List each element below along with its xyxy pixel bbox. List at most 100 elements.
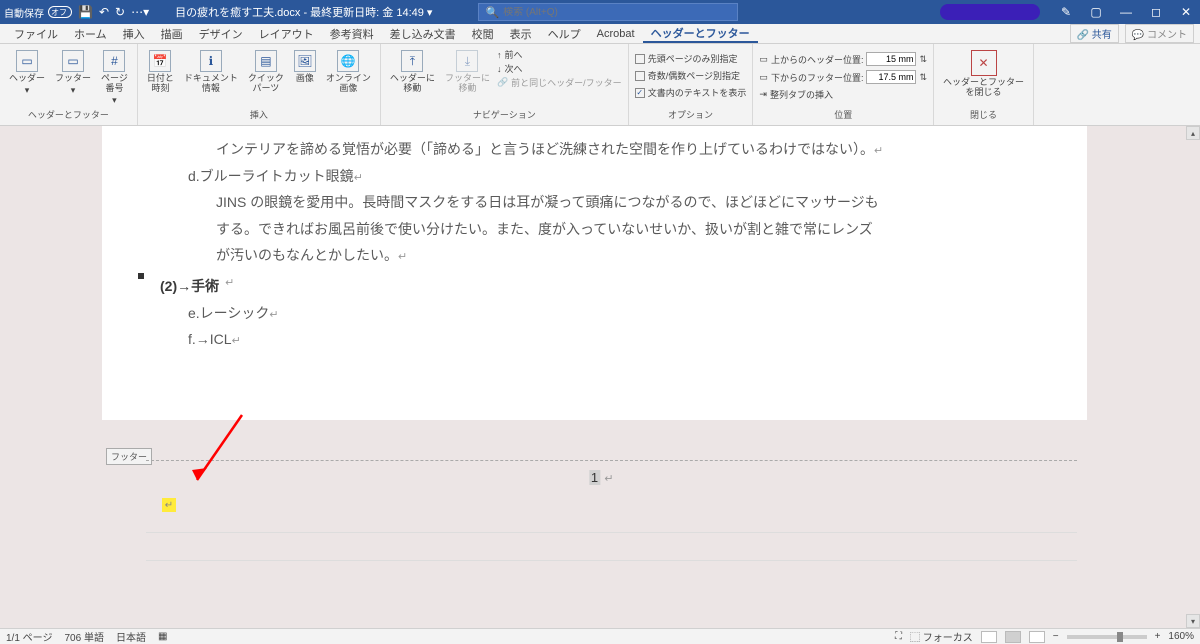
tab-review[interactable]: 校閲 — [464, 26, 502, 42]
minimize-icon[interactable]: — — [1116, 5, 1136, 19]
tab-acrobat[interactable]: Acrobat — [589, 28, 643, 40]
macro-icon[interactable]: ▦ — [158, 631, 167, 642]
spinner-icon[interactable]: ⇅ — [919, 72, 927, 83]
header-from-top-input[interactable] — [866, 52, 916, 66]
spinner-icon[interactable]: ⇅ — [919, 54, 927, 65]
redo-icon[interactable]: ↻ — [115, 5, 125, 19]
header-icon: ▭ — [16, 50, 38, 72]
page-number-button[interactable]: #ページ 番号▾ — [98, 48, 131, 108]
tab-view[interactable]: 表示 — [502, 26, 540, 42]
document-page[interactable]: インテリアを諦める覚悟が必要（「諦める」と言うほど洗練された空間を作り上げている… — [102, 126, 1087, 420]
odd-even-different-checkbox[interactable]: 奇数/偶数ページ別指定 — [635, 69, 747, 82]
read-mode-button[interactable] — [981, 631, 997, 643]
header-button[interactable]: ▭ヘッダー▾ — [6, 48, 48, 98]
search-box[interactable]: 🔍 — [478, 3, 738, 21]
share-button[interactable]: 🔗 共有 — [1070, 24, 1119, 43]
footer-boundary — [146, 460, 1077, 461]
paragraph-mark-icon: ↵ — [232, 335, 241, 347]
display-settings-icon[interactable]: ⛶ — [895, 631, 902, 642]
body-text: する。できればお風呂前後で使い分けたい。また、度が入っていないせいか、扱いが割と… — [202, 216, 1037, 243]
print-layout-button[interactable] — [1005, 631, 1021, 643]
tab-help[interactable]: ヘルプ — [540, 26, 589, 42]
subheading-e: e.レーシック — [188, 305, 269, 321]
tab-insert[interactable]: 挿入 — [115, 26, 153, 42]
autosave-toggle[interactable]: 自動保存 オフ — [4, 5, 72, 20]
window-controls: ✎ ▢ — ◻ ✕ — [1056, 5, 1196, 19]
tab-home[interactable]: ホーム — [66, 26, 115, 42]
tab-draw[interactable]: 描画 — [153, 26, 191, 42]
scroll-up-button[interactable]: ▴ — [1186, 126, 1200, 140]
tab-design[interactable]: デザイン — [191, 26, 251, 42]
goto-footer-icon: ⤓ — [456, 50, 478, 72]
paragraph-mark-icon: ↵ — [225, 273, 234, 300]
footer-bottom-icon: ▭ — [759, 72, 768, 83]
margin-guide — [146, 532, 1077, 533]
header-from-top-row: ▭上からのヘッダー位置:⇅ — [759, 52, 927, 66]
more-icon[interactable]: ⋯▾ — [131, 5, 149, 19]
paragraph-mark-icon: ↵ — [354, 172, 363, 184]
scroll-down-button[interactable]: ▾ — [1186, 614, 1200, 628]
language-status[interactable]: 日本語 — [116, 629, 146, 644]
zoom-slider[interactable] — [1067, 635, 1147, 639]
body-text: が汚いのもなんとかしたい。 — [216, 247, 398, 263]
footer-area[interactable]: フッター 1 ↵ ↵ — [102, 420, 1087, 620]
paragraph-mark-icon: ↵ — [874, 145, 883, 157]
word-count[interactable]: 706 単語 — [64, 629, 103, 644]
group-navigation: ⤒ヘッダーに 移動 ⤓フッターに 移動 ↑前へ ↓次へ 🔗前と同じヘッダー/フッ… — [381, 44, 629, 125]
page-number-icon: # — [103, 50, 125, 72]
comment-button[interactable]: 💬 コメント — [1125, 24, 1194, 43]
tab-mailings[interactable]: 差し込み文書 — [382, 26, 464, 42]
quickparts-icon: ▤ — [255, 50, 277, 72]
close-icon[interactable]: ✕ — [1176, 5, 1196, 19]
docinfo-button[interactable]: ℹドキュメント 情報 — [181, 48, 241, 96]
zoom-out-button[interactable]: − — [1053, 631, 1059, 642]
title-bar: 自動保存 オフ 💾 ↶ ↻ ⋯▾ 目の疲れを癒す工夫.docx - 最終更新日時… — [0, 0, 1200, 24]
group-position: ▭上からのヘッダー位置:⇅ ▭下からのフッター位置:⇅ ⇥整列タブの挿入 位置 — [753, 44, 934, 125]
quickparts-button[interactable]: ▤クイック パーツ — [245, 48, 287, 96]
close-hf-icon: ✕ — [971, 50, 997, 76]
tab-file[interactable]: ファイル — [6, 26, 66, 42]
subheading-d: d.ブルーライトカット眼鏡 — [188, 168, 354, 184]
tab-references[interactable]: 参考資料 — [322, 26, 382, 42]
prev-section-button[interactable]: ↑前へ — [497, 48, 622, 61]
goto-footer-button[interactable]: ⤓フッターに 移動 — [442, 48, 493, 96]
link-previous-button[interactable]: 🔗前と同じヘッダー/フッター — [497, 76, 622, 89]
goto-header-button[interactable]: ⤒ヘッダーに 移動 — [387, 48, 438, 96]
insert-alignment-tab-button[interactable]: ⇥整列タブの挿入 — [759, 88, 927, 101]
online-picture-button[interactable]: 🌐オンライン 画像 — [323, 48, 374, 96]
search-input[interactable] — [503, 7, 731, 18]
tab-header-footer[interactable]: ヘッダーとフッター — [643, 25, 758, 43]
zoom-thumb[interactable] — [1117, 632, 1123, 642]
web-layout-button[interactable] — [1029, 631, 1045, 643]
margin-guide — [146, 560, 1077, 561]
focus-mode-button[interactable]: ⬚ フォーカス — [910, 629, 973, 644]
paragraph-mark-icon: ↵ — [398, 251, 407, 263]
ribbon-options-icon[interactable]: ✎ — [1056, 5, 1076, 19]
document-title: 目の疲れを癒す工夫.docx - 最終更新日時: 金 14:49 ▾ — [175, 4, 432, 20]
undo-icon[interactable]: ↶ — [99, 5, 109, 19]
show-document-text-checkbox[interactable]: ✓文書内のテキストを表示 — [635, 86, 747, 99]
ribbon: ▭ヘッダー▾ ▭フッター▾ #ページ 番号▾ ヘッダーとフッター 📅日付と 時刻… — [0, 44, 1200, 126]
picture-button[interactable]: 🖼画像 — [291, 48, 319, 86]
footer-button[interactable]: ▭フッター▾ — [52, 48, 94, 98]
restore-icon[interactable]: ▢ — [1086, 5, 1106, 19]
document-info-icon: ℹ — [200, 50, 222, 72]
save-icon[interactable]: 💾 — [78, 5, 93, 19]
tab-layout[interactable]: レイアウト — [251, 26, 322, 42]
maximize-icon[interactable]: ◻ — [1146, 5, 1166, 19]
user-badge[interactable] — [940, 4, 1040, 20]
first-page-different-checkbox[interactable]: 先頭ページのみ別指定 — [635, 52, 747, 65]
subheading-f: f.→ICL — [188, 331, 232, 347]
footer-from-bottom-input[interactable] — [866, 70, 916, 84]
page-count[interactable]: 1/1 ページ — [6, 629, 52, 644]
datetime-button[interactable]: 📅日付と 時刻 — [144, 48, 177, 96]
highlighted-paragraph-mark[interactable]: ↵ — [162, 498, 176, 512]
calendar-icon: 📅 — [149, 50, 171, 72]
document-canvas[interactable]: ▴ インテリアを諦める覚悟が必要（「諦める」と言うほど洗練された空間を作り上げて… — [0, 126, 1200, 628]
page-number-field[interactable]: 1 — [589, 470, 600, 485]
zoom-level[interactable]: 160% — [1168, 631, 1194, 642]
zoom-in-button[interactable]: + — [1155, 631, 1161, 642]
close-header-footer-button[interactable]: ✕ヘッダーとフッター を閉じる — [940, 48, 1027, 100]
next-section-button[interactable]: ↓次へ — [497, 62, 622, 75]
search-icon: 🔍 — [485, 6, 499, 19]
